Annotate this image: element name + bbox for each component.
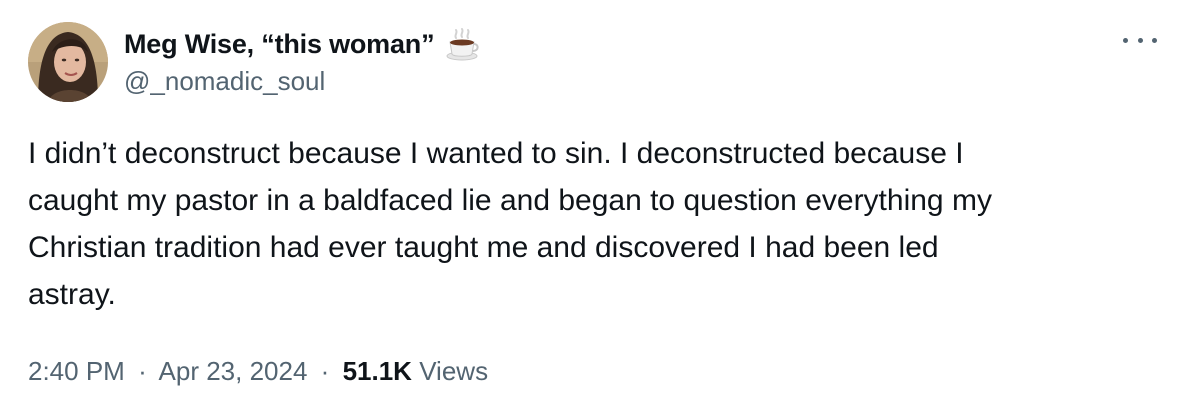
more-dot: [1137, 37, 1143, 43]
tweet-text: I didn’t deconstruct because I wanted to…: [28, 130, 1168, 318]
tweet-text-line: Christian tradition had ever taught me a…: [28, 231, 939, 264]
hot-beverage-icon: [444, 26, 480, 62]
views-count[interactable]: 51.1K: [343, 356, 412, 386]
tweet-text-line: I didn’t deconstruct because I wanted to…: [28, 137, 964, 170]
more-options-icon[interactable]: [1123, 30, 1157, 50]
tweet-time[interactable]: 2:40 PM: [28, 356, 125, 386]
tweet-date[interactable]: Apr 23, 2024: [159, 356, 308, 386]
avatar[interactable]: [28, 22, 108, 102]
tweet-meta: 2:40 PM · Apr 23, 2024 · 51.1K Views: [28, 356, 488, 387]
author-display-name[interactable]: Meg Wise, “this woman”: [124, 29, 435, 60]
tweet-text-line: caught my pastor in a baldfaced lie and …: [28, 184, 992, 217]
more-dot: [1123, 37, 1128, 43]
author-handle[interactable]: @_nomadic_soul: [124, 66, 325, 97]
meta-separator: ·: [320, 356, 330, 386]
meta-separator: ·: [138, 356, 147, 386]
avatar-photo: [28, 22, 108, 102]
author-name-row: Meg Wise, “this woman”: [124, 26, 480, 62]
tweet-card: Meg Wise, “this woman” @_nomadic_soul I …: [0, 0, 1195, 400]
views-label[interactable]: Views: [419, 356, 488, 386]
more-dot: [1152, 37, 1157, 43]
tweet-text-line: astray.: [28, 278, 116, 311]
